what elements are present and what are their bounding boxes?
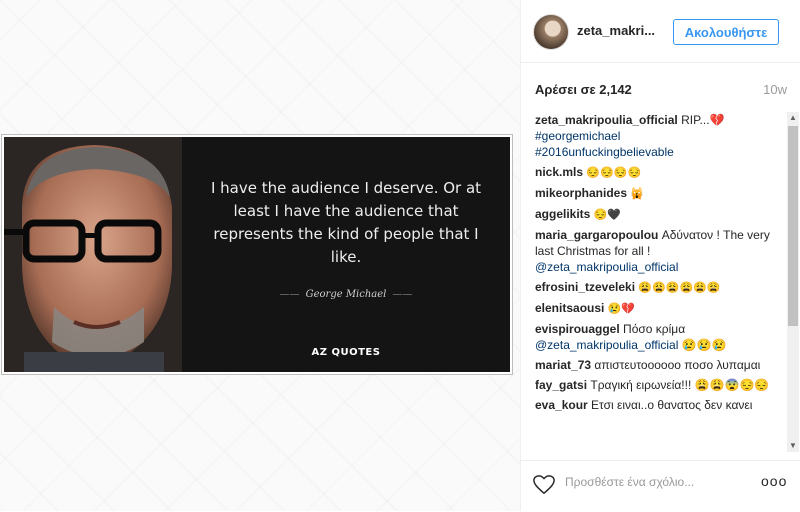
comment-user[interactable]: maria_gargaropoulou	[535, 228, 658, 242]
mention-link[interactable]: @zeta_makripoulia_official	[535, 260, 678, 274]
comment-item: maria_gargaropoulou Αδύνατον ! The very …	[535, 227, 779, 275]
comment-user[interactable]: fay_gatsi	[535, 378, 587, 392]
quote-card: I have the audience I deserve. Or at lea…	[4, 137, 510, 372]
comment-user[interactable]: evispirouaggel	[535, 322, 620, 336]
post-header: zeta_makri... Ακολουθήστε	[521, 0, 800, 63]
comment-text: απιστευτοοοοοο ποσο λυπαμαι	[594, 358, 761, 372]
scroll-down-icon[interactable]: ▼	[787, 440, 799, 452]
portrait-photo	[4, 137, 182, 372]
comment-text: 😔😔😔😔	[586, 167, 642, 179]
comment-footer: Προσθέστε ένα σχόλιο... ooo	[521, 460, 800, 512]
hashtag-link[interactable]: #2016unfuckingbelievable	[535, 145, 674, 159]
quote-author: —— George Michael ——	[279, 289, 413, 300]
likes-row: Αρέσει σε 2,142 10w	[535, 82, 787, 100]
comments-list: zeta_makripoulia_official RIP...💔 #georg…	[535, 112, 779, 452]
comment-text: 😔🖤	[593, 209, 622, 221]
comment-item: evispirouaggel Πόσο κρίμα @zeta_makripou…	[535, 321, 779, 353]
comment-text: 😩😩😩😩😩😩	[638, 282, 721, 294]
comment-text: RIP...💔	[681, 113, 725, 127]
post-time[interactable]: 10w	[763, 82, 787, 97]
comment-item: mariat_73 απιστευτοοοοοο ποσο λυπαμαι	[535, 357, 779, 373]
comment-user[interactable]: aggelikits	[535, 207, 590, 221]
comments-scrollbar[interactable]: ▲ ▼	[787, 112, 799, 452]
hashtag-link[interactable]: #georgemichael	[535, 129, 620, 143]
comment-item: fay_gatsi Τραγική ειρωνεία!!! 😩😩😨😔😔	[535, 377, 779, 393]
comment-user[interactable]: mariat_73	[535, 358, 591, 372]
comment-item: elenitsaousi 😢💔	[535, 300, 779, 317]
post-image[interactable]: I have the audience I deserve. Or at lea…	[1, 134, 513, 375]
brand-logo: AZ QUOTES	[311, 347, 381, 358]
post-sidebar: zeta_makri... Ακολουθήστε Αρέσει σε 2,14…	[520, 0, 800, 511]
comment-user[interactable]: efrosini_tzeveleki	[535, 280, 635, 294]
comment-user[interactable]: eva_kour	[535, 398, 588, 412]
comment-text: Ετσι ειναι..ο θανατος δεν κανει	[591, 398, 753, 412]
comment-item: aggelikits 😔🖤	[535, 206, 779, 223]
more-options-icon[interactable]: ooo	[761, 473, 787, 489]
likes-count[interactable]: Αρέσει σε 2,142	[535, 82, 632, 97]
comment-user[interactable]: elenitsaousi	[535, 301, 604, 315]
comment-item: nick.mls 😔😔😔😔	[535, 164, 779, 181]
username[interactable]: zeta_makri...	[577, 23, 655, 38]
comment-item: eva_kour Ετσι ειναι..ο θανατος δεν κανει	[535, 397, 779, 413]
scroll-up-icon[interactable]: ▲	[787, 112, 799, 124]
comment-item: zeta_makripoulia_official RIP...💔 #georg…	[535, 112, 779, 160]
comment-user[interactable]: mikeorphanides	[535, 186, 627, 200]
avatar[interactable]	[533, 14, 569, 50]
comment-input[interactable]: Προσθέστε ένα σχόλιο...	[565, 475, 694, 489]
scrollbar-thumb[interactable]	[788, 126, 798, 326]
comment-item: mikeorphanides 🙀	[535, 185, 779, 202]
mention-link[interactable]: @zeta_makripoulia_official 😢😢😢	[535, 338, 727, 352]
quote-text: I have the audience I deserve. Or at lea…	[210, 179, 482, 266]
comment-text: Τραγική ειρωνεία!!! 😩😩😨😔😔	[590, 378, 770, 392]
follow-button[interactable]: Ακολουθήστε	[673, 19, 779, 45]
comment-text: 🙀	[630, 188, 645, 200]
comment-user[interactable]: zeta_makripoulia_official	[535, 113, 678, 127]
heart-icon[interactable]	[533, 474, 555, 496]
comment-text: 😢💔	[607, 303, 636, 315]
comment-text: Πόσο κρίμα	[623, 322, 686, 336]
author-name: George Michael	[305, 289, 387, 300]
comment-item: efrosini_tzeveleki 😩😩😩😩😩😩	[535, 279, 779, 296]
comment-user[interactable]: nick.mls	[535, 165, 583, 179]
